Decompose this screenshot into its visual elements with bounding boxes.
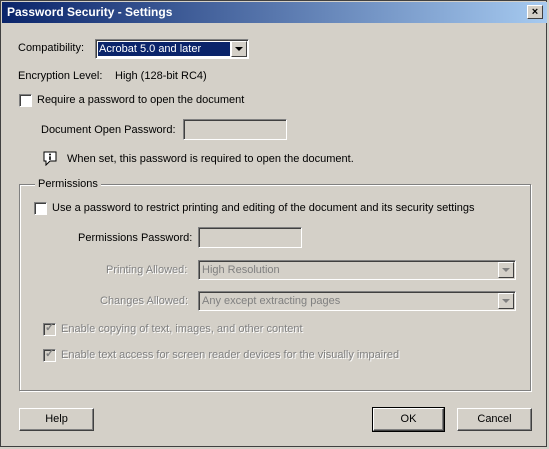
- checkmark-icon: ✓: [45, 348, 55, 360]
- enable-copying-label[interactable]: Enable copying of text, images, and othe…: [61, 323, 303, 335]
- password-security-dialog: Password Security - Settings × Compatibi…: [0, 0, 547, 447]
- enable-screen-reader-checkbox[interactable]: ✓: [43, 348, 56, 362]
- require-open-password-checkbox[interactable]: [19, 94, 32, 107]
- permissions-password-field[interactable]: [198, 227, 302, 248]
- cancel-button[interactable]: Cancel: [457, 408, 532, 431]
- enable-screen-reader-label[interactable]: Enable text access for screen reader dev…: [61, 349, 399, 361]
- changes-allowed-value: Any except extracting pages: [202, 295, 341, 307]
- compatibility-label: Compatibility:: [18, 42, 85, 54]
- changes-allowed-select[interactable]: Any except extracting pages: [198, 291, 516, 311]
- open-password-info-text: When set, this password is required to o…: [67, 153, 354, 165]
- require-open-password-label[interactable]: Require a password to open the document: [37, 94, 244, 106]
- info-icon: [43, 151, 57, 166]
- help-button[interactable]: Help: [19, 408, 94, 431]
- printing-allowed-select[interactable]: High Resolution: [198, 260, 516, 280]
- printing-allowed-label: Printing Allowed:: [106, 264, 188, 276]
- chevron-down-icon[interactable]: [231, 41, 247, 57]
- enable-copying-checkbox[interactable]: ✓: [43, 322, 56, 336]
- title-bar[interactable]: Password Security - Settings ×: [2, 2, 547, 23]
- ok-button[interactable]: OK: [372, 407, 445, 432]
- changes-allowed-label: Changes Allowed:: [100, 295, 189, 307]
- chevron-down-icon[interactable]: [498, 293, 514, 309]
- permissions-group-title: Permissions: [35, 178, 101, 190]
- permissions-password-label: Permissions Password:: [78, 232, 193, 244]
- printing-allowed-value: High Resolution: [202, 264, 280, 276]
- encryption-level-value: High (128-bit RC4): [115, 70, 207, 82]
- restrict-permissions-label[interactable]: Use a password to restrict printing and …: [52, 202, 475, 214]
- checkmark-icon: ✓: [45, 322, 55, 334]
- restrict-permissions-checkbox[interactable]: [34, 202, 47, 215]
- window-title: Password Security - Settings: [7, 5, 173, 19]
- document-open-password-field[interactable]: [183, 119, 287, 140]
- encryption-level-label: Encryption Level:: [18, 70, 103, 82]
- document-open-password-label: Document Open Password:: [41, 124, 176, 136]
- compatibility-value: Acrobat 5.0 and later: [98, 42, 230, 56]
- close-icon[interactable]: ×: [527, 5, 543, 19]
- compatibility-select[interactable]: Acrobat 5.0 and later: [95, 39, 249, 59]
- chevron-down-icon[interactable]: [498, 262, 514, 278]
